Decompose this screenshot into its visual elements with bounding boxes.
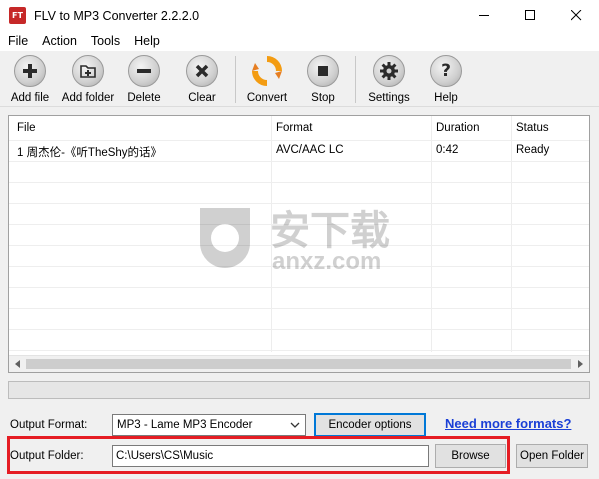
row-divider (9, 161, 589, 162)
row-divider (9, 203, 589, 204)
close-icon (570, 10, 581, 21)
menu-bar: File Action Tools Help (0, 31, 599, 51)
cell-duration: 0:42 (436, 144, 459, 156)
encoder-options-button[interactable]: Encoder options (314, 413, 426, 437)
clear-label: Clear (188, 92, 216, 104)
row-divider (9, 287, 589, 288)
app-icon: FT (9, 7, 26, 24)
row-divider (9, 308, 589, 309)
toolbar-separator (235, 56, 236, 103)
title-bar: FT FLV to MP3 Converter 2.2.2.0 (0, 0, 599, 31)
window-title: FLV to MP3 Converter 2.2.2.0 (34, 8, 200, 23)
column-header-file[interactable]: File (17, 122, 36, 134)
app-icon-text: FT (12, 11, 23, 20)
folder-plus-icon (72, 55, 104, 87)
help-button[interactable]: ? Help (429, 55, 463, 105)
minimize-icon (478, 15, 489, 16)
maximize-button[interactable] (507, 0, 553, 31)
output-format-select[interactable]: MP3 - Lame MP3 Encoder (112, 414, 306, 436)
scroll-left-icon[interactable] (13, 359, 23, 369)
plus-icon (14, 55, 46, 87)
minimize-button[interactable] (461, 0, 507, 31)
row-divider (9, 329, 589, 330)
toolbar: Add file Add folder Delete Clear Convert (0, 51, 599, 107)
close-button[interactable] (553, 0, 599, 31)
maximize-icon (524, 10, 535, 20)
column-header-format[interactable]: Format (276, 122, 312, 134)
menu-help[interactable]: Help (127, 34, 167, 48)
add-file-label: Add file (10, 92, 50, 104)
convert-label: Convert (246, 92, 288, 104)
add-file-button[interactable]: Add file (10, 55, 50, 105)
column-divider (271, 116, 272, 352)
x-icon (186, 55, 218, 87)
scrollbar-thumb[interactable] (26, 359, 571, 369)
toolbar-separator (355, 56, 356, 103)
row-divider (9, 182, 589, 183)
help-label: Help (434, 92, 458, 104)
cell-file: 1 周杰伦-《听TheShy的话》 (17, 147, 163, 159)
row-divider (9, 224, 589, 225)
more-formats-link[interactable]: Need more formats? (445, 416, 571, 431)
settings-button[interactable]: Settings (368, 55, 410, 105)
menu-file[interactable]: File (0, 34, 35, 48)
cell-format: AVC/AAC LC (276, 144, 344, 156)
stop-button[interactable]: Stop (306, 55, 340, 105)
stop-label: Stop (311, 92, 335, 104)
horizontal-scrollbar[interactable] (9, 355, 589, 372)
progress-bar (8, 381, 590, 399)
column-divider (431, 116, 432, 352)
open-folder-button[interactable]: Open Folder (516, 444, 588, 468)
clear-button[interactable]: Clear (185, 55, 219, 105)
column-header-duration[interactable]: Duration (436, 122, 479, 134)
cell-status: Ready (516, 144, 550, 156)
convert-button[interactable]: Convert (246, 55, 288, 105)
file-list[interactable]: File Format Duration Status 1 周杰伦-《听TheS… (8, 115, 590, 373)
add-folder-label: Add folder (61, 92, 115, 104)
settings-label: Settings (368, 92, 410, 104)
column-divider (511, 116, 512, 352)
row-divider (9, 140, 589, 141)
row-divider (9, 245, 589, 246)
output-format-value: MP3 - Lame MP3 Encoder (117, 419, 253, 431)
menu-action[interactable]: Action (35, 34, 84, 48)
delete-button[interactable]: Delete (127, 55, 161, 105)
highlight-box (7, 436, 510, 474)
add-folder-button[interactable]: Add folder (62, 55, 114, 105)
menu-tools[interactable]: Tools (84, 34, 127, 48)
column-header-status[interactable]: Status (516, 122, 549, 134)
row-divider (9, 350, 589, 351)
minus-icon (128, 55, 160, 87)
file-list-header: File Format Duration Status (9, 116, 589, 140)
scroll-right-icon[interactable] (575, 359, 585, 369)
question-icon: ? (430, 55, 462, 87)
output-format-label: Output Format: (10, 419, 88, 431)
chevron-down-icon (290, 422, 300, 428)
window-controls (461, 0, 599, 31)
convert-icon (251, 55, 283, 87)
stop-icon (307, 55, 339, 87)
gear-icon (373, 55, 405, 87)
row-divider (9, 266, 589, 267)
delete-label: Delete (127, 92, 161, 104)
